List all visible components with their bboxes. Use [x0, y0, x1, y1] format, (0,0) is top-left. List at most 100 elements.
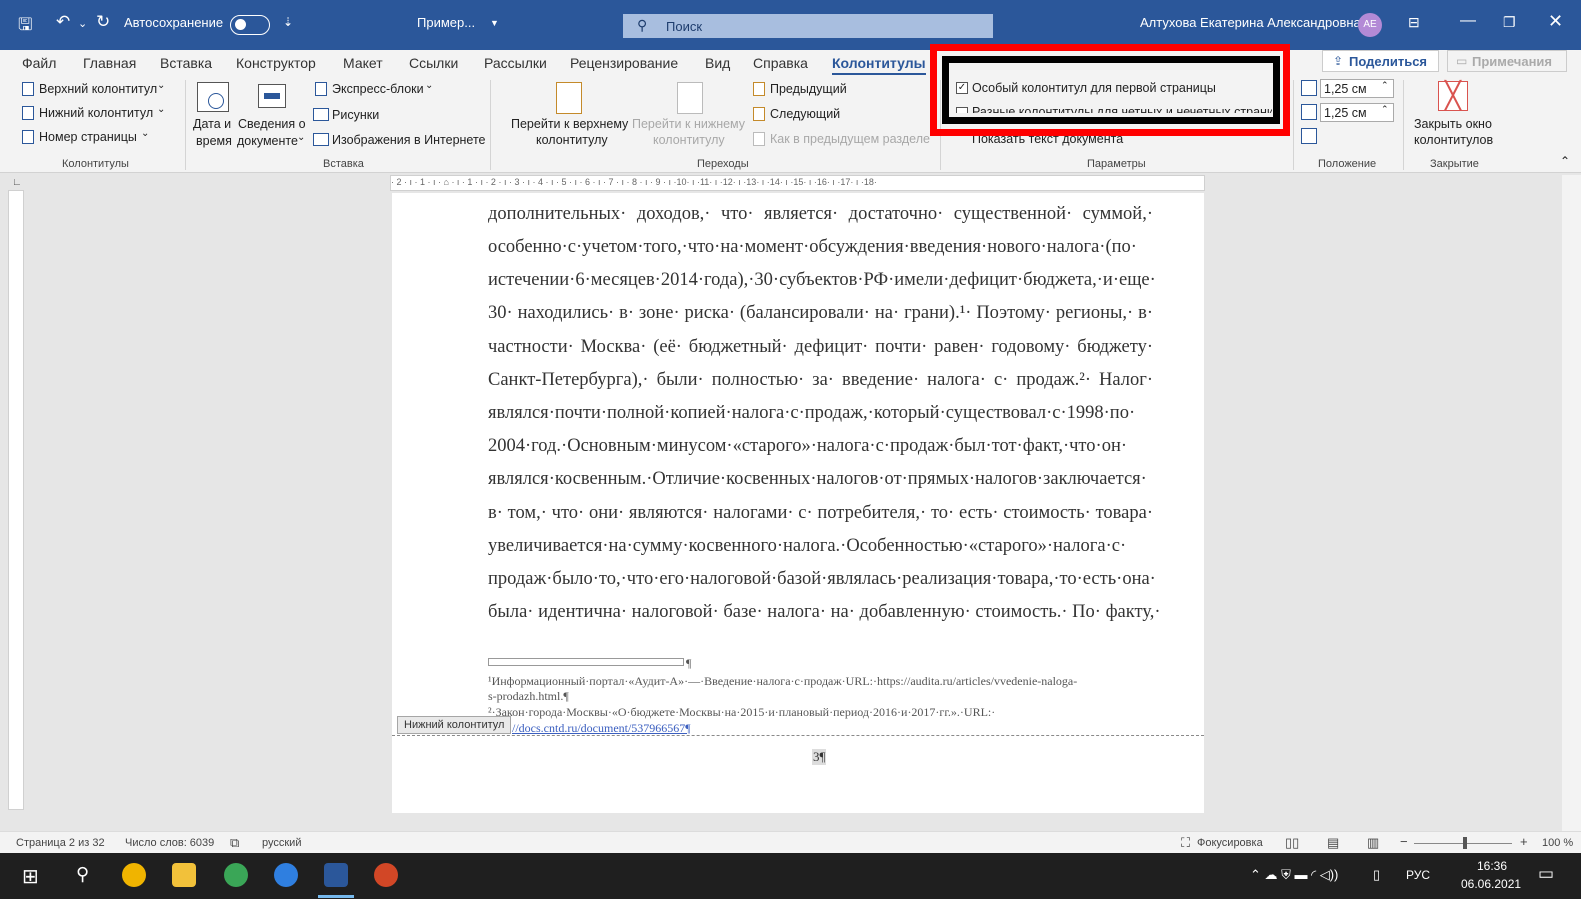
tab-insert[interactable]: Вставка: [160, 55, 212, 71]
pictures-button[interactable]: Рисунки: [332, 108, 379, 122]
focus-icon[interactable]: ⛶: [1181, 835, 1190, 851]
spinner-icon[interactable]: ⌃: [1381, 80, 1389, 91]
tab-layout[interactable]: Макет: [343, 55, 383, 71]
goto-header-line1[interactable]: Перейти к верхнему: [511, 117, 628, 131]
body-line[interactable]: 30· находились· в· зоне· риска· (баланси…: [488, 303, 1153, 324]
page-count[interactable]: Страница 2 из 32: [16, 837, 105, 849]
avatar[interactable]: АЕ: [1358, 13, 1382, 37]
input-language[interactable]: РУС: [1406, 868, 1430, 882]
tab-mailings[interactable]: Рассылки: [484, 55, 547, 71]
body-line[interactable]: являлся·почти·полной·копией·налога·с·про…: [488, 403, 1153, 424]
save-icon[interactable]: 🖫: [18, 12, 32, 41]
clock-time[interactable]: 16:36: [1477, 859, 1507, 873]
header-button[interactable]: Верхний колонтитул: [39, 82, 157, 96]
word-icon[interactable]: [324, 863, 348, 887]
customize-qat-icon[interactable]: ⇣: [283, 15, 293, 29]
search-icon[interactable]: ⚲: [76, 864, 89, 885]
web-layout-icon[interactable]: ▥: [1367, 835, 1379, 851]
zoom-out-icon[interactable]: −: [1400, 834, 1408, 849]
tab-file[interactable]: Файл: [22, 55, 56, 71]
close-icon[interactable]: ✕: [1548, 11, 1563, 32]
tab-selector-icon[interactable]: ∟: [12, 177, 22, 188]
tab-help[interactable]: Справка: [753, 55, 808, 71]
share-button[interactable]: ⇪ Поделиться: [1322, 50, 1439, 72]
previous-button[interactable]: Предыдущий: [770, 82, 847, 96]
body-line[interactable]: особенно·с·учетом·того,·что·на·момент·об…: [488, 237, 1153, 258]
body-line[interactable]: была· идентична· налоговой· базе· налога…: [488, 602, 1161, 623]
minimize-icon[interactable]: —: [1460, 12, 1476, 30]
zoom-in-icon[interactable]: +: [1520, 834, 1528, 849]
footnote-1-line1[interactable]: ¹Информационный·портал·«Аудит-А»·—·Введе…: [488, 674, 1077, 689]
print-layout-icon[interactable]: ▤: [1327, 835, 1339, 851]
language-indicator[interactable]: русский: [262, 837, 301, 849]
search-input[interactable]: ⚲ Поиск: [623, 14, 993, 38]
spinner-icon[interactable]: ⌃: [1381, 104, 1389, 115]
battery-icon[interactable]: ▯: [1373, 867, 1380, 883]
chevron-down-icon[interactable]: ⌄: [425, 80, 433, 91]
header-position-field[interactable]: 1,25 см ⌃: [1320, 79, 1394, 98]
body-line[interactable]: частности· Москва· (её· бюджетный· дефиц…: [488, 337, 1153, 358]
footnote-2-line1[interactable]: ²·Закон·города·Москвы·«О·бюджете·Москвы·…: [488, 705, 995, 720]
body-line[interactable]: увеличивается·на·сумму·косвенного·налога…: [488, 536, 1153, 557]
footer-button[interactable]: Нижний колонтитул: [39, 106, 153, 120]
chat-app-icon[interactable]: [224, 863, 248, 887]
body-line[interactable]: Санкт-Петербурга),· были· полностью· за·…: [488, 370, 1153, 391]
tab-home[interactable]: Главная: [83, 55, 136, 71]
date-time-button-line2[interactable]: время: [196, 134, 232, 148]
clock-date[interactable]: 06.06.2021: [1461, 877, 1521, 891]
body-line[interactable]: 2004·год.·Основным·минусом·«старого»·нал…: [488, 436, 1153, 457]
odd-even-checkbox[interactable]: [956, 107, 968, 113]
doc-name-dropdown-icon[interactable]: ▼: [490, 18, 499, 28]
autosave-toggle[interactable]: [230, 15, 270, 35]
footer-position-field[interactable]: 1,25 см ⌃: [1320, 103, 1394, 122]
chevron-down-icon[interactable]: ⌄: [297, 132, 305, 143]
tab-review[interactable]: Рецензирование: [570, 55, 678, 71]
powerpoint-icon[interactable]: [374, 863, 398, 887]
tab-view[interactable]: Вид: [705, 55, 730, 71]
vertical-scrollbar[interactable]: [1562, 175, 1581, 831]
comments-button[interactable]: ▭ Примечания: [1447, 50, 1567, 72]
body-line[interactable]: являлся·косвенным.·Отличие·косвенных·нал…: [488, 469, 1153, 490]
start-icon[interactable]: ⊞: [22, 864, 39, 889]
goto-header-line2[interactable]: колонтитулу: [536, 133, 608, 147]
horizontal-ruler[interactable]: · 2 · ı · 1 · ı · ⌂ · ı · 1 · ı · 2 · ı …: [390, 175, 1205, 191]
zoom-level[interactable]: 100 %: [1542, 837, 1573, 849]
read-mode-icon[interactable]: ▯▯: [1285, 835, 1299, 851]
body-line[interactable]: дополнительных· доходов,· что· является·…: [488, 204, 1153, 225]
first-page-checkbox[interactable]: ✓: [956, 82, 968, 94]
vertical-ruler[interactable]: [8, 190, 24, 810]
doc-info-button-line2[interactable]: документе: [237, 134, 298, 148]
chevron-down-icon[interactable]: ⌄: [78, 17, 87, 30]
footnote-2-link[interactable]: //docs.cntd.ru/document/537966567¶: [512, 721, 691, 736]
collapse-ribbon-icon[interactable]: ⌃: [1560, 154, 1570, 168]
word-count[interactable]: Число слов: 6039: [125, 837, 214, 849]
proofing-icon[interactable]: ⧉: [230, 835, 239, 851]
odd-even-option-label[interactable]: Разные колонтитулы для четных и нечетных…: [972, 105, 1272, 113]
document-name[interactable]: Пример...: [417, 15, 475, 30]
tab-header-footer[interactable]: Колонтитулы: [832, 55, 926, 76]
zoom-slider-thumb[interactable]: [1463, 837, 1467, 849]
body-line[interactable]: в· том,· что· они· являются· налогами· с…: [488, 503, 1153, 524]
footnote-1-line2[interactable]: s-prodazh.html.¶: [488, 689, 569, 704]
close-header-footer-line1[interactable]: Закрыть окно: [1414, 117, 1492, 131]
notifications-icon[interactable]: ▭: [1538, 864, 1554, 884]
online-pictures-button[interactable]: Изображения в Интернете: [332, 133, 486, 147]
chevron-down-icon[interactable]: ⌄: [157, 80, 165, 91]
redo-icon[interactable]: ↻: [96, 12, 110, 32]
undo-icon[interactable]: ↶: [56, 12, 70, 32]
close-header-footer-line2[interactable]: колонтитулов: [1414, 133, 1493, 147]
file-explorer-icon[interactable]: [172, 863, 196, 887]
page-number-button[interactable]: Номер страницы: [39, 130, 137, 144]
quick-parts-button[interactable]: Экспресс-блоки: [332, 82, 424, 96]
restore-icon[interactable]: ❐: [1503, 14, 1516, 31]
focus-mode-button[interactable]: Фокусировка: [1197, 837, 1263, 849]
date-time-button-line1[interactable]: Дата и: [193, 117, 231, 131]
insert-alignment-tab-icon[interactable]: [1301, 128, 1317, 144]
body-line[interactable]: истечении·6·месяцев·2014·года),·30·субъе…: [488, 270, 1156, 291]
tab-design[interactable]: Конструктор: [236, 55, 316, 71]
page-number-field[interactable]: 3¶: [812, 749, 827, 765]
body-line[interactable]: продаж·было·то,·что·его·налоговой·базой·…: [488, 569, 1156, 590]
tray-icons[interactable]: ⌃ ☁ ⛨ ▬ ◜ ◁)): [1250, 867, 1338, 883]
chrome-icon[interactable]: [122, 863, 146, 887]
chevron-down-icon[interactable]: ⌄: [157, 104, 165, 115]
